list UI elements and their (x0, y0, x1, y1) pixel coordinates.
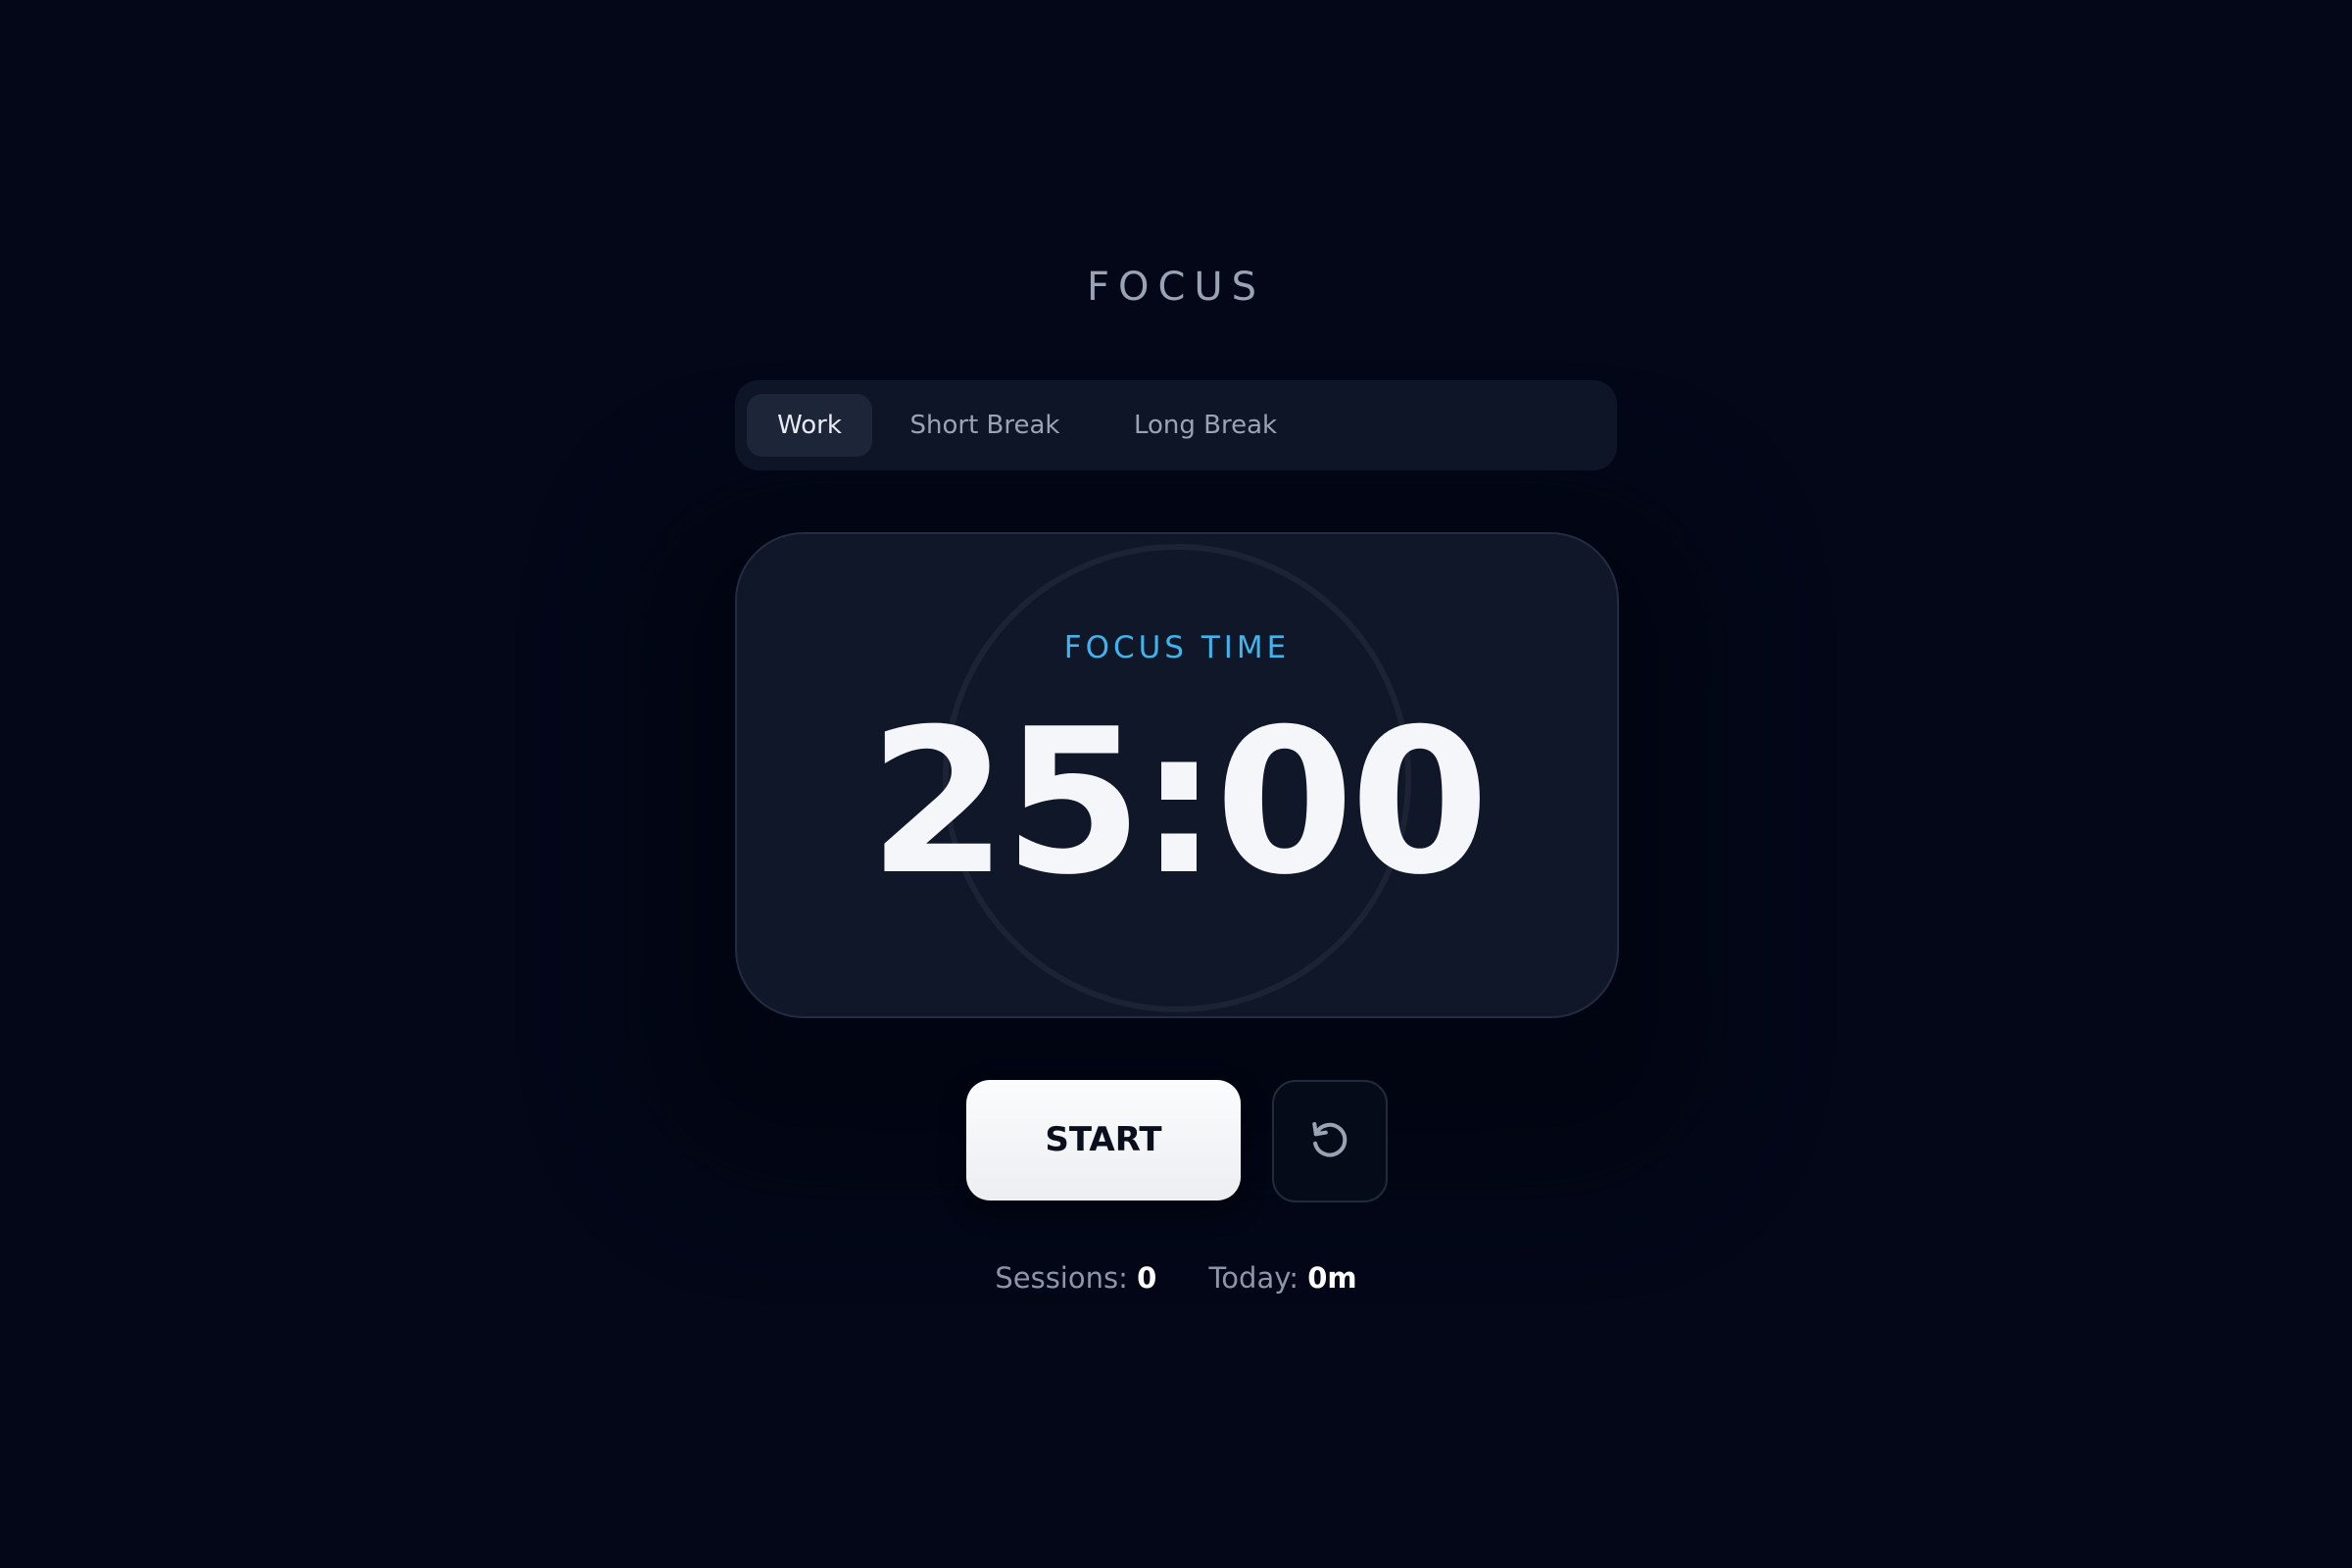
focus-timer-app: FOCUS Work Short Break Long Break FOCUS … (0, 0, 2352, 1568)
reset-icon (1312, 1122, 1348, 1157)
sessions-value: 0 (1137, 1261, 1157, 1295)
app-title: FOCUS (1086, 265, 1266, 310)
tab-work[interactable]: Work (747, 394, 872, 457)
reset-button[interactable] (1272, 1080, 1388, 1202)
sessions-label: Sessions: (995, 1261, 1128, 1295)
sessions-stat: Sessions: 0 (995, 1261, 1156, 1295)
timer-card: FOCUS TIME 25:00 (735, 532, 1619, 1018)
session-label: FOCUS TIME (1063, 630, 1291, 665)
today-value: 0m (1307, 1261, 1357, 1295)
tab-long-break[interactable]: Long Break (1098, 394, 1313, 457)
mode-tabs: Work Short Break Long Break (735, 380, 1617, 470)
stats-bar: Sessions: 0 Today: 0m (0, 1261, 2352, 1295)
start-button[interactable]: START (966, 1080, 1241, 1200)
time-display: 25:00 (868, 687, 1489, 919)
tab-short-break[interactable]: Short Break (882, 394, 1088, 457)
today-label: Today: (1208, 1261, 1299, 1295)
today-stat: Today: 0m (1209, 1261, 1357, 1295)
